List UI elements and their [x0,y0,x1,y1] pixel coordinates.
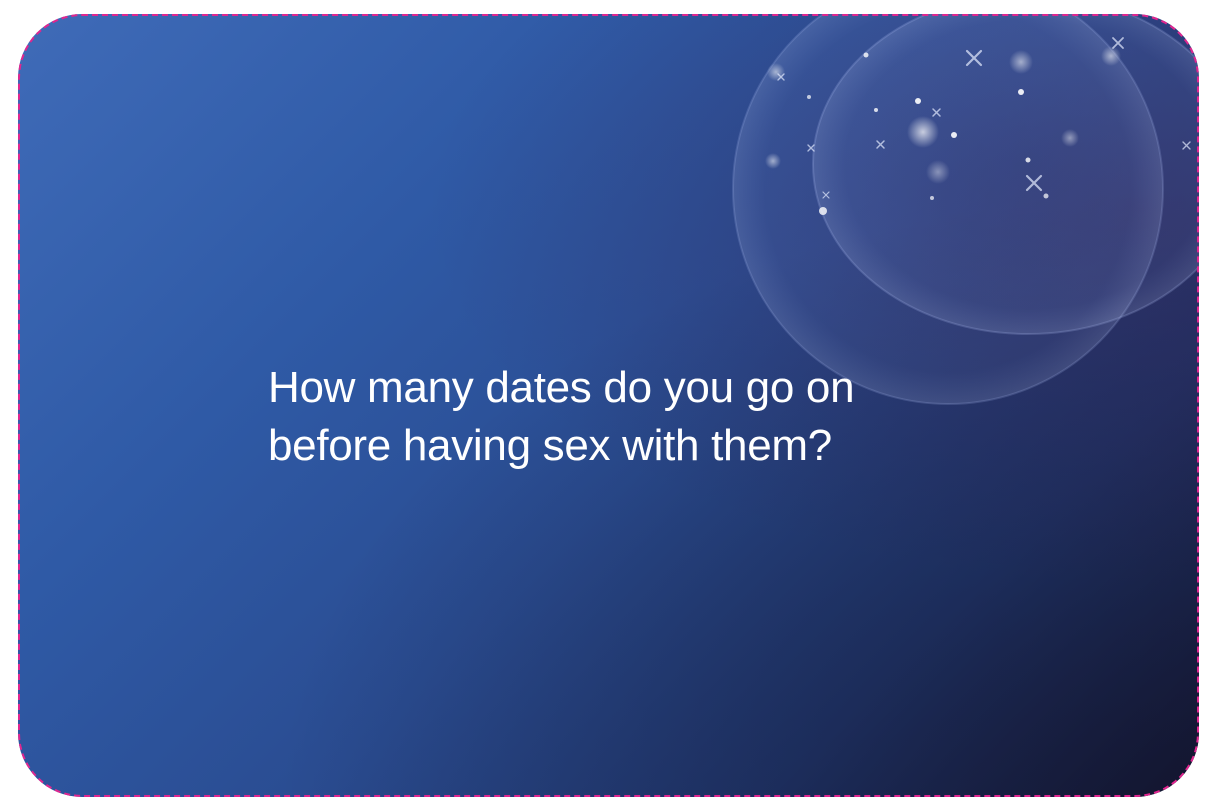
question-line-1: How many dates do you go on [268,363,855,412]
question-card: How many dates do you go on before havin… [18,14,1199,797]
question-line-2: before having sex with them? [268,421,832,470]
question-text: How many dates do you go on before havin… [268,359,988,475]
